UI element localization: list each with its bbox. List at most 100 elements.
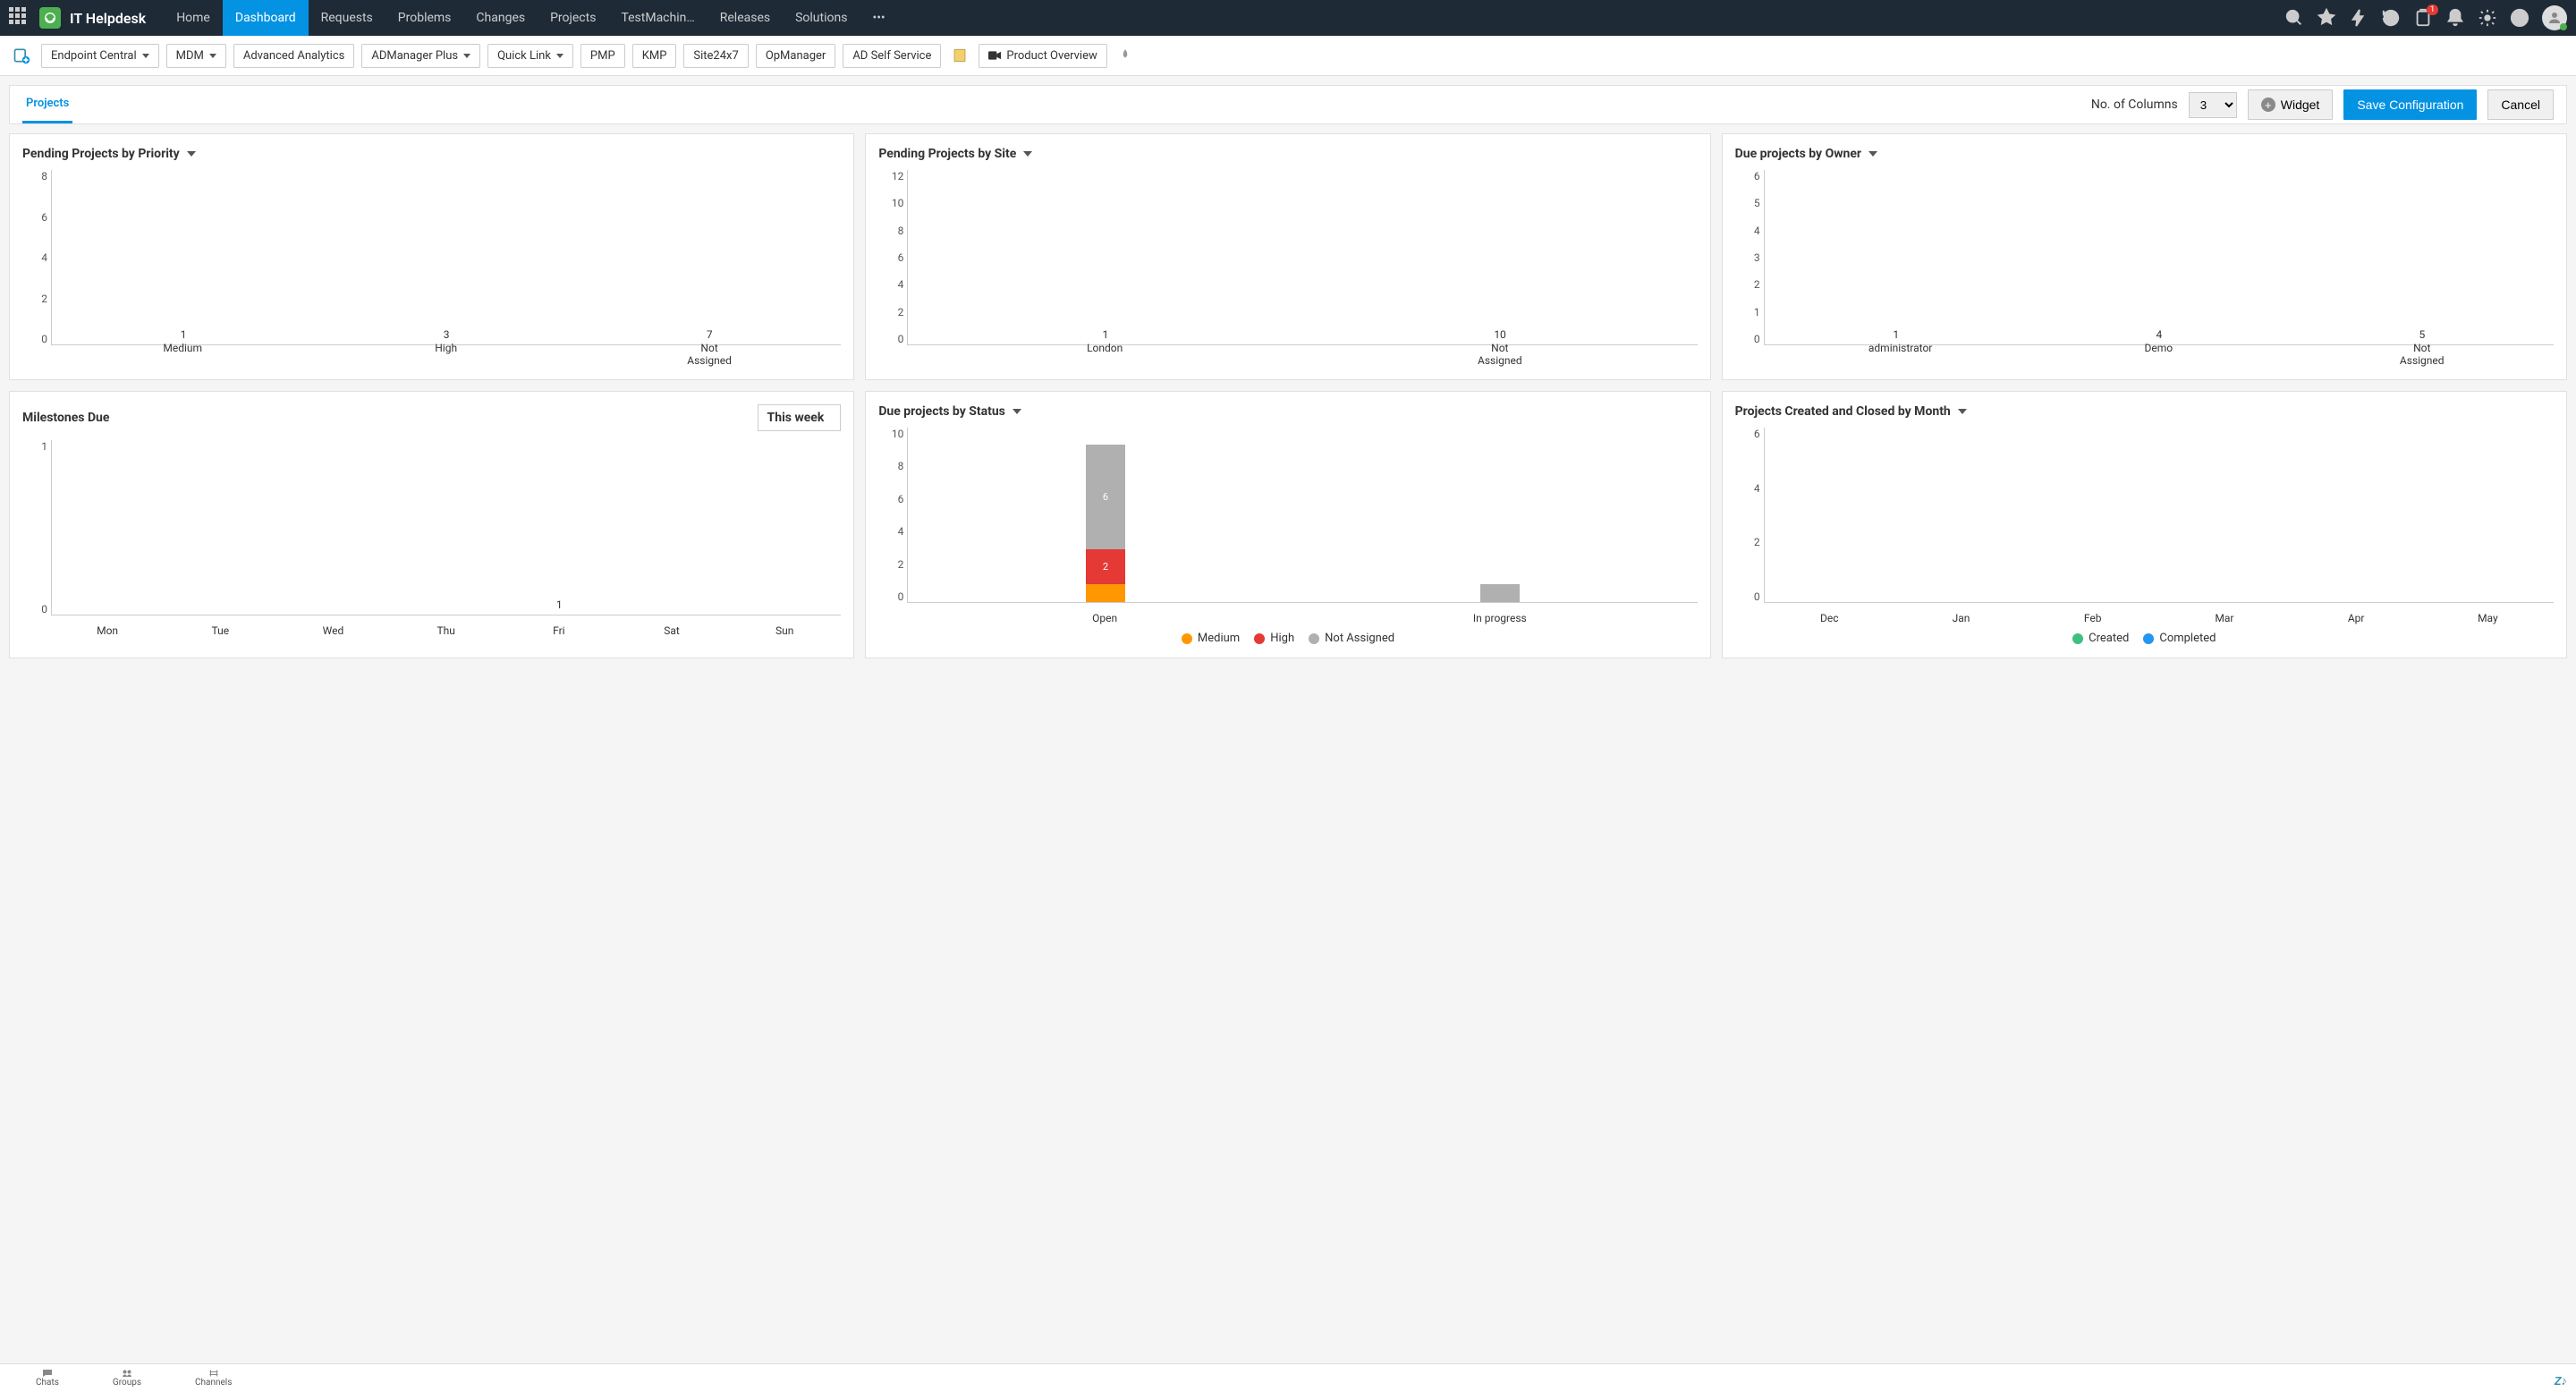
gear-icon[interactable] <box>2478 8 2497 28</box>
rocket-icon[interactable] <box>1114 45 1136 66</box>
widget-grid: Pending Projects by Priority 02468137Medi… <box>0 124 2576 667</box>
opmanager-button[interactable]: OpManager <box>756 44 836 68</box>
widget-w5: Due projects by Status024681026OpenIn pr… <box>865 391 1710 658</box>
caret-down-icon <box>142 54 149 58</box>
caret-down-icon <box>556 54 564 58</box>
presence-dot-icon <box>2560 23 2567 30</box>
nav-dashboard[interactable]: Dashboard <box>223 0 309 36</box>
chevron-down-icon[interactable] <box>1958 409 1967 414</box>
mdm-dropdown[interactable]: MDM <box>166 44 226 68</box>
x-axis: LondonNot Assigned <box>907 342 1697 367</box>
y-axis: 024681012 <box>878 170 903 345</box>
chart-area: 0246810 26 OpenIn progress <box>878 428 1697 624</box>
plot-area: 1 <box>51 440 841 615</box>
caret-down-icon <box>463 54 470 58</box>
quicklink-dropdown[interactable]: Quick Link <box>487 44 573 68</box>
widget-title: Projects Created and Closed by Month <box>1735 404 2554 419</box>
nav-changes[interactable]: Changes <box>463 0 538 36</box>
widget-w4: Milestones DueThis week011MonTueWedThuFr… <box>9 391 854 658</box>
apps-grid-icon[interactable] <box>9 7 30 29</box>
clipboard-icon[interactable]: 1 <box>2413 8 2433 28</box>
bell-icon[interactable] <box>2445 8 2465 28</box>
top-bar: IT Helpdesk HomeDashboardRequestsProblem… <box>0 0 2576 36</box>
chevron-down-icon[interactable] <box>1013 409 1021 414</box>
nav-home[interactable]: Home <box>164 0 223 36</box>
x-axis: MonTueWedThuFriSatSun <box>51 624 841 637</box>
legend-item: Completed <box>2143 632 2216 645</box>
kmp-button[interactable]: KMP <box>632 44 677 68</box>
plot-area: 145 <box>1764 170 2554 345</box>
chevron-down-icon[interactable] <box>187 151 196 157</box>
y-axis: 02468 <box>22 170 47 345</box>
product-overview-button[interactable]: Product Overview <box>979 44 1106 68</box>
legend: Created Completed <box>1735 632 2554 645</box>
plot-area: 110 <box>907 170 1697 345</box>
nav-requests[interactable]: Requests <box>309 0 386 36</box>
y-axis: 0246810 <box>878 428 903 603</box>
chevron-down-icon[interactable] <box>1023 151 1032 157</box>
chats-tab[interactable]: Chats <box>36 1369 59 1388</box>
columns-label: No. of Columns <box>2091 98 2178 112</box>
admanager-dropdown[interactable]: ADManager Plus <box>361 44 480 68</box>
nav-testmachin[interactable]: TestMachin… <box>608 0 707 36</box>
widget-title: Milestones DueThis week <box>22 404 841 431</box>
plot-area: 66 <box>1764 428 2554 603</box>
nav-projects[interactable]: Projects <box>538 0 608 36</box>
zia-icon[interactable]: Z♪ <box>2555 1374 2567 1388</box>
app-logo-icon <box>39 7 61 29</box>
bar[interactable]: 1 <box>532 598 586 615</box>
widget-title: Pending Projects by Priority <box>22 147 841 161</box>
y-axis: 0123456 <box>1735 170 1760 345</box>
milestones-range-dropdown[interactable]: This week <box>758 404 842 431</box>
groups-icon <box>121 1369 133 1378</box>
channels-tab[interactable]: Channels <box>195 1369 232 1388</box>
help-icon[interactable] <box>2510 8 2529 28</box>
app-title: IT Helpdesk <box>70 10 146 27</box>
pmp-button[interactable]: PMP <box>580 44 625 68</box>
x-axis: OpenIn progress <box>907 612 1697 624</box>
widget-w3: Due projects by Owner 0123456145administr… <box>1722 133 2567 380</box>
widget-w6: Projects Created and Closed by Month 0246… <box>1722 391 2567 658</box>
tab-projects[interactable]: Projects <box>22 86 72 123</box>
save-button[interactable]: Save Configuration <box>2343 89 2477 120</box>
x-axis: administratorDemoNot Assigned <box>1764 342 2554 367</box>
advanced-analytics-button[interactable]: Advanced Analytics <box>233 44 355 68</box>
search-icon[interactable] <box>2284 8 2304 28</box>
columns-select[interactable]: 3 <box>2189 92 2237 118</box>
nav-problems[interactable]: Problems <box>386 0 464 36</box>
widget-w2: Pending Projects by Site024681012110Lond… <box>865 133 1710 380</box>
endpoint-central-dropdown[interactable]: Endpoint Central <box>41 44 159 68</box>
nav-more[interactable]: ••• <box>860 0 897 36</box>
groups-tab[interactable]: Groups <box>113 1369 141 1388</box>
note-icon[interactable] <box>948 44 971 67</box>
pin-icon[interactable] <box>2317 8 2336 28</box>
bottom-bar: Chats Groups Channels <box>0 1363 2576 1392</box>
nav-releases[interactable]: Releases <box>708 0 783 36</box>
sub-bar: Endpoint Central MDM Advanced Analytics … <box>0 36 2576 76</box>
chart-area: 0123456145administratorDemoNot Assigned <box>1735 170 2554 367</box>
nav-solutions[interactable]: Solutions <box>783 0 860 36</box>
user-avatar[interactable] <box>2542 5 2567 30</box>
video-icon <box>988 51 1001 60</box>
chart-area: 011MonTueWedThuFriSatSun <box>22 440 841 637</box>
new-request-icon[interactable] <box>9 43 34 68</box>
widget-w1: Pending Projects by Priority 02468137Medi… <box>9 133 854 380</box>
widget-button[interactable]: +Widget <box>2248 89 2334 120</box>
chart-area: 024666DecJanFebMarAprMay <box>1735 428 2554 624</box>
site24x7-button[interactable]: Site24x7 <box>683 44 748 68</box>
topbar-right: 1 <box>2284 5 2567 30</box>
channels-icon <box>208 1369 220 1378</box>
chat-icon <box>41 1369 54 1378</box>
history-icon[interactable] <box>2381 8 2401 28</box>
x-axis: MediumHighNot Assigned <box>51 342 841 367</box>
chevron-down-icon[interactable] <box>1868 151 1877 157</box>
legend-item: Created <box>2072 632 2129 645</box>
bar[interactable]: 26 <box>1079 445 1132 602</box>
chart-area: 02468137MediumHighNot Assigned <box>22 170 841 367</box>
legend-item: Medium <box>1182 632 1240 645</box>
bar[interactable] <box>1473 584 1527 602</box>
bolt-icon[interactable] <box>2349 8 2368 28</box>
cancel-button[interactable]: Cancel <box>2487 89 2554 120</box>
adself-button[interactable]: AD Self Service <box>843 44 941 68</box>
widget-title: Due projects by Owner <box>1735 147 2554 161</box>
